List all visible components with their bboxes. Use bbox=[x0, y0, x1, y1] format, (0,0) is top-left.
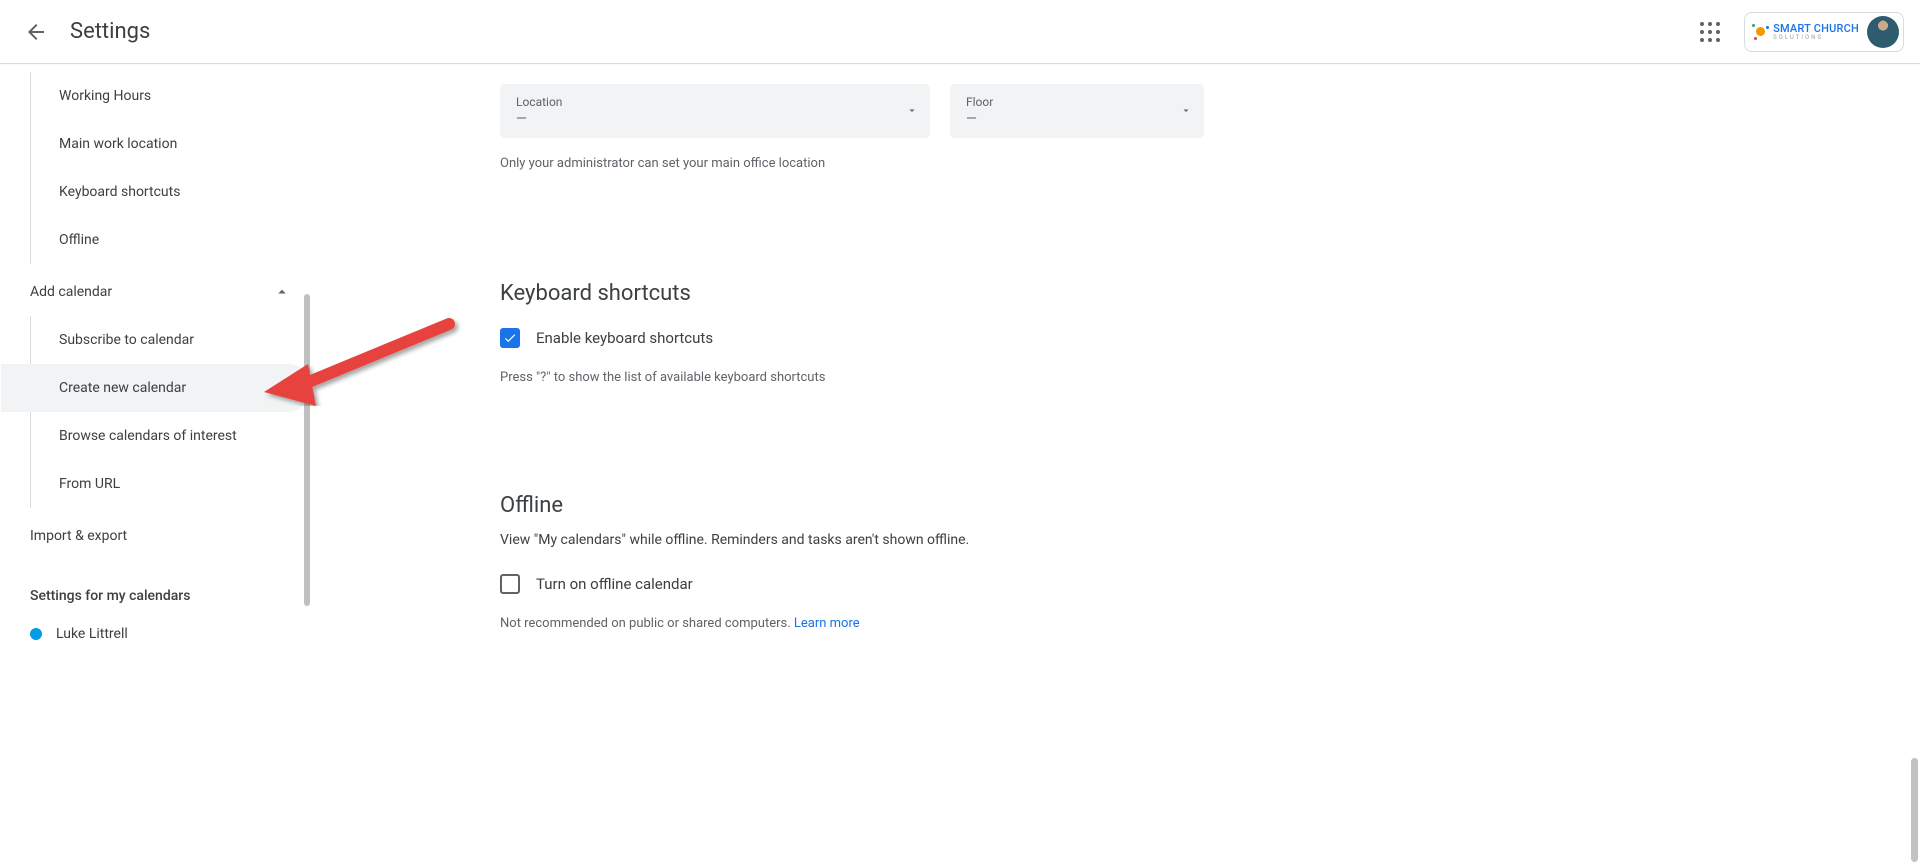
learn-more-link[interactable]: Learn more bbox=[794, 616, 860, 631]
avatar[interactable] bbox=[1867, 16, 1899, 48]
dropdown-caret-icon bbox=[1180, 102, 1192, 121]
calendar-color-dot bbox=[30, 628, 42, 640]
enable-shortcuts-row: Enable keyboard shortcuts bbox=[500, 328, 1920, 348]
header-bar: Settings SMART CHURCH SOLUTIONS bbox=[0, 0, 1920, 64]
dropdown-caret-icon bbox=[906, 102, 918, 121]
calendar-name-label: Luke Littrell bbox=[56, 626, 128, 642]
apps-grid-icon bbox=[1700, 22, 1720, 42]
brand-name: SMART CHURCH bbox=[1773, 23, 1859, 34]
sidebar-item-subscribe-to-calendar[interactable]: Subscribe to calendar bbox=[31, 316, 310, 364]
sidebar-item-label: Create new calendar bbox=[59, 380, 186, 396]
select-label: Location bbox=[516, 95, 914, 109]
enable-shortcuts-label: Enable keyboard shortcuts bbox=[536, 329, 713, 347]
offline-helper-prefix: Not recommended on public or shared comp… bbox=[500, 616, 794, 631]
sidebar-item-from-url[interactable]: From URL bbox=[31, 460, 310, 508]
floor-dropdown[interactable]: Floor — bbox=[950, 84, 1204, 138]
offline-toggle-label: Turn on offline calendar bbox=[536, 575, 693, 593]
sidebar-calendar-item[interactable]: Luke Littrell bbox=[0, 614, 310, 654]
select-value: — bbox=[966, 111, 1188, 127]
account-chip[interactable]: SMART CHURCH SOLUTIONS bbox=[1744, 12, 1904, 52]
offline-toggle-row: Turn on offline calendar bbox=[500, 574, 1920, 594]
sidebar-item-label: Working Hours bbox=[59, 88, 151, 104]
main-panel: Location — Floor — Only your administrat… bbox=[310, 64, 1920, 866]
brand-icon bbox=[1753, 24, 1769, 40]
sidebar-heading-label: Add calendar bbox=[30, 284, 112, 300]
select-label: Floor bbox=[966, 95, 1188, 109]
sidebar-item-offline[interactable]: Offline bbox=[31, 216, 310, 264]
enable-shortcuts-checkbox[interactable] bbox=[500, 328, 520, 348]
sidebar-item-label: Browse calendars of interest bbox=[59, 428, 237, 444]
sidebar-item-label: Main work location bbox=[59, 136, 177, 152]
sidebar-item-browse-calendars[interactable]: Browse calendars of interest bbox=[31, 412, 310, 460]
location-helper-text: Only your administrator can set your mai… bbox=[500, 156, 1920, 171]
brand-subtitle: SOLUTIONS bbox=[1773, 35, 1859, 41]
shortcuts-helper-text: Press "?" to show the list of available … bbox=[500, 370, 1920, 385]
sidebar-item-label: Keyboard shortcuts bbox=[59, 184, 180, 200]
offline-checkbox[interactable] bbox=[500, 574, 520, 594]
sidebar-item-import-export[interactable]: Import & export bbox=[0, 512, 310, 560]
select-value: — bbox=[516, 111, 914, 127]
sidebar-item-label: From URL bbox=[59, 476, 120, 492]
location-dropdown[interactable]: Location — bbox=[500, 84, 930, 138]
sidebar-item-label: Offline bbox=[59, 232, 99, 248]
chevron-up-icon bbox=[272, 282, 292, 302]
back-button[interactable] bbox=[12, 8, 60, 56]
sidebar-item-main-work-location[interactable]: Main work location bbox=[31, 120, 310, 168]
brand-logo: SMART CHURCH SOLUTIONS bbox=[1753, 23, 1859, 41]
arrow-back-icon bbox=[24, 20, 48, 44]
sidebar-item-label: Import & export bbox=[30, 528, 127, 544]
page-title: Settings bbox=[70, 19, 150, 44]
sidebar-item-label: Subscribe to calendar bbox=[59, 332, 194, 348]
checkmark-icon bbox=[503, 331, 517, 345]
sidebar-item-working-hours[interactable]: Working Hours bbox=[31, 72, 310, 120]
sidebar-item-create-new-calendar[interactable]: Create new calendar bbox=[1, 364, 310, 412]
section-heading-shortcuts: Keyboard shortcuts bbox=[500, 281, 1920, 306]
offline-description: View "My calendars" while offline. Remin… bbox=[500, 532, 1920, 548]
sidebar-section-my-calendars: Settings for my calendars bbox=[0, 588, 310, 604]
google-apps-button[interactable] bbox=[1690, 12, 1730, 52]
page-scrollbar[interactable] bbox=[1911, 758, 1918, 862]
sidebar-item-keyboard-shortcuts[interactable]: Keyboard shortcuts bbox=[31, 168, 310, 216]
offline-helper-text: Not recommended on public or shared comp… bbox=[500, 616, 1920, 631]
header-right: SMART CHURCH SOLUTIONS bbox=[1690, 12, 1904, 52]
section-heading-offline: Offline bbox=[500, 493, 1920, 518]
settings-sidebar: Working Hours Main work location Keyboar… bbox=[0, 64, 310, 866]
sidebar-heading-add-calendar[interactable]: Add calendar bbox=[0, 268, 310, 316]
